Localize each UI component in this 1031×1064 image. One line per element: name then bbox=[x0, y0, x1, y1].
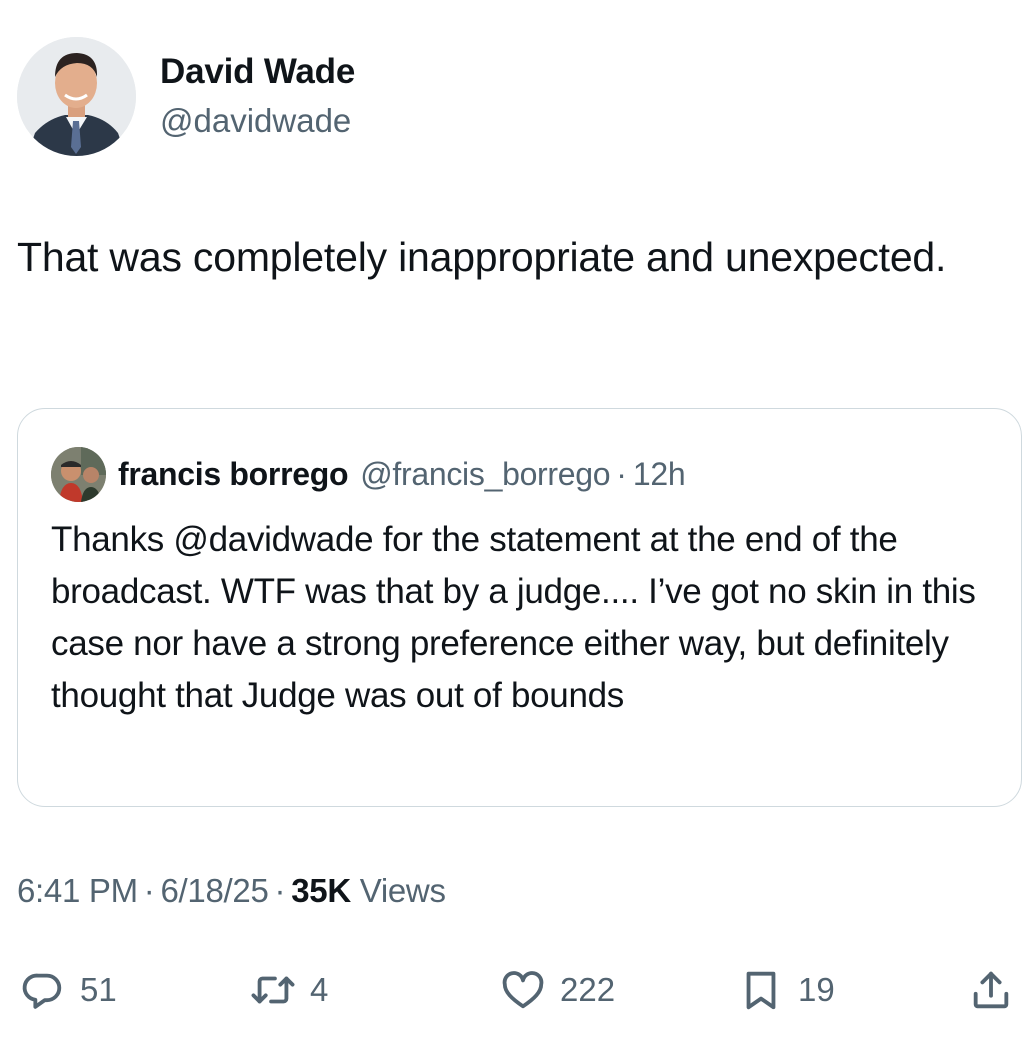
retweet-button[interactable]: 4 bbox=[250, 955, 328, 1025]
meta-separator: · bbox=[143, 872, 155, 909]
action-bar: 51 4 222 19 bbox=[0, 955, 1031, 1025]
tweet-date[interactable]: 6/18/25 bbox=[161, 872, 269, 909]
author-photo bbox=[17, 37, 136, 156]
heart-icon bbox=[502, 971, 544, 1009]
author-handle[interactable]: @davidwade bbox=[160, 99, 355, 143]
tweet-time[interactable]: 6:41 PM bbox=[17, 872, 138, 909]
quoted-author-avatar[interactable] bbox=[51, 447, 106, 502]
reply-count: 51 bbox=[80, 971, 117, 1008]
quoted-tweet-text: Thanks @davidwade for the statement at t… bbox=[51, 520, 976, 715]
quoted-author-display-name[interactable]: francis borrego bbox=[118, 456, 349, 493]
share-icon bbox=[973, 971, 1009, 1009]
quoted-tweet[interactable]: francis borrego @francis_borrego · 12h T… bbox=[17, 408, 1022, 807]
reply-icon bbox=[22, 973, 62, 1009]
quoted-author-handle[interactable]: @francis_borrego bbox=[360, 456, 610, 493]
tweet-author: David Wade @davidwade bbox=[17, 37, 355, 156]
quoted-separator: · bbox=[616, 456, 627, 492]
quoted-author-photo bbox=[51, 447, 106, 502]
views-count: 35K bbox=[291, 872, 351, 909]
like-button[interactable]: 222 bbox=[500, 955, 615, 1025]
share-button[interactable] bbox=[968, 955, 1014, 1025]
like-count: 222 bbox=[560, 971, 616, 1008]
author-display-name[interactable]: David Wade bbox=[160, 50, 355, 94]
tweet-meta: 6:41 PM · 6/18/25 · 35K Views bbox=[17, 872, 446, 910]
meta-separator: · bbox=[274, 872, 286, 909]
bookmark-button[interactable]: 19 bbox=[738, 955, 835, 1025]
bookmark-count: 19 bbox=[798, 971, 835, 1008]
tweet-text: That was completely inappropriate and un… bbox=[17, 234, 947, 280]
author-avatar[interactable] bbox=[17, 37, 136, 156]
views-label: Views bbox=[359, 872, 446, 909]
reply-button[interactable]: 51 bbox=[20, 955, 117, 1025]
quoted-timestamp[interactable]: 12h bbox=[633, 456, 686, 493]
tweet-detail: David Wade @davidwade That was completel… bbox=[0, 0, 1031, 1064]
retweet-icon bbox=[251, 976, 295, 1004]
bookmark-icon bbox=[746, 971, 776, 1010]
retweet-count: 4 bbox=[310, 971, 329, 1008]
